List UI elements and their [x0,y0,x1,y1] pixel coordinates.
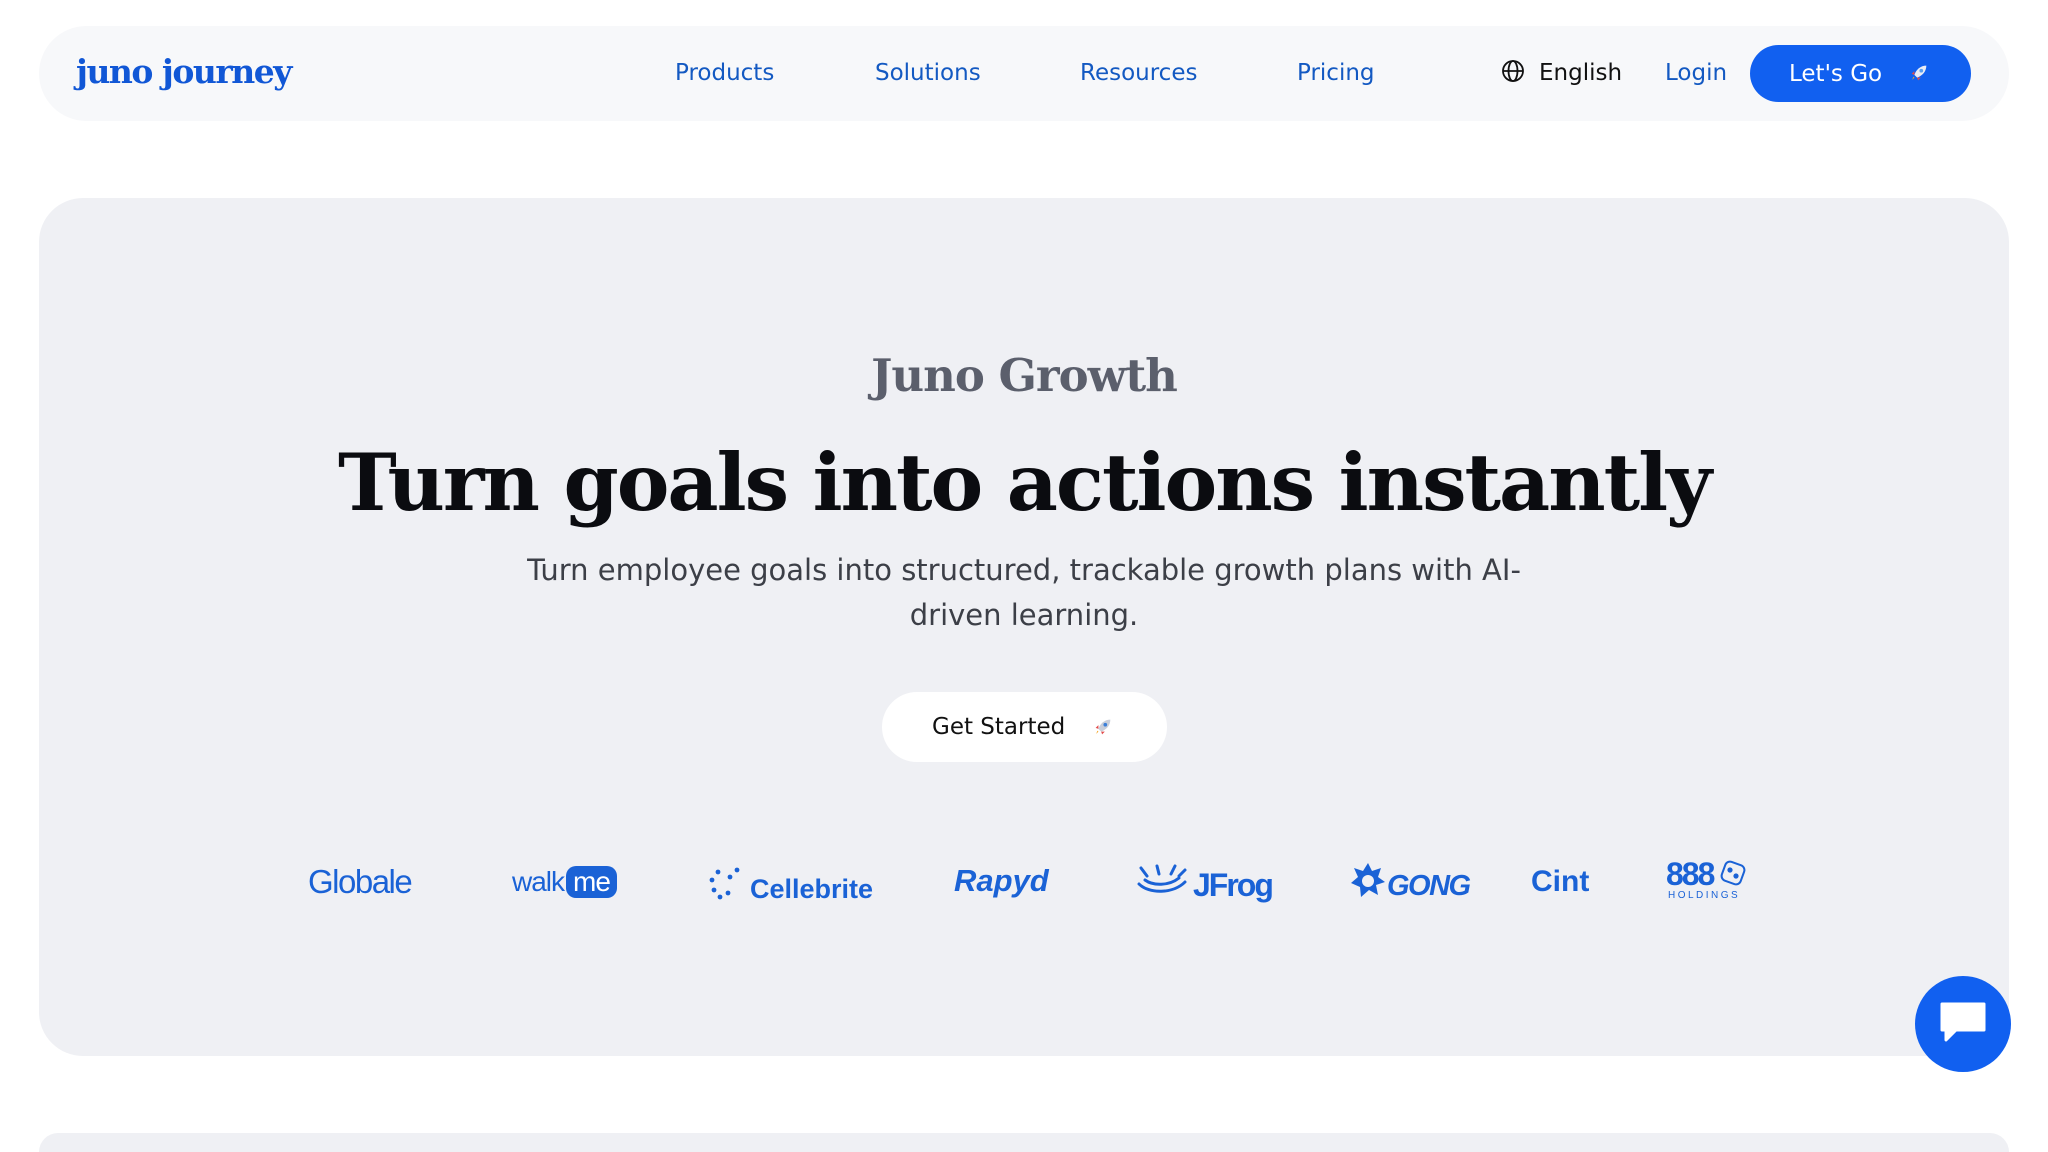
client-logo-jfrog: JFrog [1135,862,1274,907]
get-started-button[interactable]: Get Started [882,692,1167,762]
gong-burst-icon [1351,862,1385,909]
nav-solutions[interactable]: Solutions [875,56,981,90]
frog-splash-icon [1135,862,1189,907]
top-navigation-bar: juno journey Products Solutions Resource… [39,26,2009,121]
next-section-top [39,1133,2009,1152]
nav-resources[interactable]: Resources [1080,56,1197,90]
login-link[interactable]: Login [1665,56,1727,90]
client-logo-888-holdings: 888 HOLDINGS [1666,856,1756,906]
cellebrite-dots-icon [708,866,742,911]
lets-go-button[interactable]: Let's Go [1750,45,1971,102]
get-started-label: Get Started [932,714,1066,740]
client-logo-rapyd: Rapyd [954,863,1049,898]
nav-products[interactable]: Products [675,56,774,90]
rocket-icon [1092,716,1114,742]
888-dice-icon [1720,860,1746,891]
hero-subheading: Turn employee goals into structured, tra… [527,553,1521,632]
chat-launcher-button[interactable] [1915,976,2011,1072]
nav-pricing[interactable]: Pricing [1297,56,1375,90]
language-label: English [1539,60,1623,86]
client-logo-cellebrite: Cellebrite [708,866,873,911]
chat-bubble-icon [1938,1000,1988,1048]
rocket-icon [1908,62,1930,88]
language-selector[interactable]: English [1501,56,1622,90]
hero-eyebrow: Juno Growth [871,349,1178,402]
client-logo-walkme: walk me [512,862,617,902]
hero-headline: Turn goals into actions instantly [337,436,1712,529]
globe-icon [1501,59,1525,87]
lets-go-label: Let's Go [1789,60,1883,87]
client-logo-gong: GONG [1351,862,1471,909]
hero-section: Juno Growth Turn goals into actions inst… [39,198,2009,1056]
client-logo-globale: Globale [308,863,413,900]
juno-journey-logo[interactable]: juno journey [76,50,292,94]
client-logo-cint: Cint [1531,865,1590,898]
